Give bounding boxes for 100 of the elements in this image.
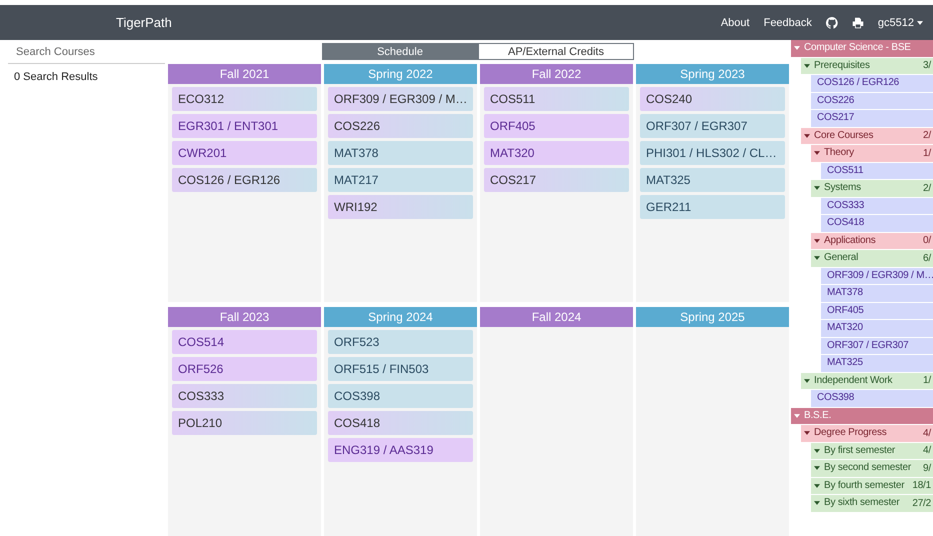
caret-icon[interactable] (814, 466, 820, 470)
requirement-count: 2/ (922, 130, 931, 142)
caret-icon[interactable] (804, 431, 810, 436)
caret-icon[interactable] (814, 186, 820, 190)
requirement-label: Computer Science - BSE (804, 41, 911, 56)
requirement-label: COS226 (817, 94, 854, 108)
requirement-row[interactable]: Degree Progress 4/ (801, 425, 933, 442)
requirement-label: ORF309 / EGR309 / M… (827, 268, 933, 283)
requirement-label: B.S.E. (804, 408, 832, 423)
course-card[interactable]: MAT320 (484, 141, 629, 165)
requirement-row[interactable]: Prerequisites 3/ (801, 58, 933, 74)
requirement-row[interactable]: Applications 0/ (811, 232, 933, 249)
requirement-course[interactable]: MAT325 (821, 355, 933, 372)
course-card[interactable]: COS126 / EGR126 (172, 168, 317, 192)
requirement-count: 18/1 (911, 480, 931, 492)
caret-icon[interactable] (917, 20, 923, 24)
caret-icon[interactable] (804, 134, 810, 138)
requirement-course[interactable]: MAT378 (821, 285, 933, 302)
requirement-label: Degree Progress (814, 426, 887, 440)
requirement-row[interactable]: Independent Work 1/ (801, 372, 933, 389)
print-icon[interactable] (852, 16, 864, 28)
course-card[interactable]: COS226 (328, 114, 473, 138)
caret-icon[interactable] (804, 64, 810, 68)
course-card[interactable]: MAT378 (328, 141, 473, 165)
requirement-course[interactable]: COS217 (811, 110, 933, 126)
requirement-row[interactable]: Systems 2/ (811, 180, 933, 196)
view-tab[interactable]: AP/External Credits (478, 43, 634, 60)
requirement-course[interactable]: COS398 (811, 390, 933, 406)
course-card[interactable]: WRI192 (328, 195, 473, 219)
course-card[interactable]: MAT217 (328, 168, 473, 192)
course-card[interactable]: MAT325 (640, 168, 785, 192)
course-card[interactable]: COS511 (484, 87, 629, 111)
course-card[interactable]: ORF515 / FIN503 (328, 357, 473, 381)
semester-header: Fall 2023 (168, 307, 321, 327)
course-card[interactable]: ORF307 / EGR307 (640, 114, 785, 138)
requirement-row[interactable]: By fourth semester 18/1 (811, 478, 933, 494)
caret-icon[interactable] (814, 484, 820, 488)
requirement-count: 6/ (922, 252, 931, 264)
requirement-label: By first semester (824, 444, 896, 458)
requirement-row[interactable]: By first semester 4/ (811, 442, 933, 459)
requirement-label: Core Courses (814, 128, 874, 143)
requirement-label: General (824, 251, 858, 266)
requirement-course[interactable]: COS511 (821, 162, 933, 179)
caret-icon[interactable] (814, 151, 820, 156)
course-card[interactable]: PHI301 / HLS302 / CL… (640, 141, 785, 165)
brand-logo[interactable]: TigerPath (116, 15, 172, 30)
requirement-label: Prerequisites (814, 58, 870, 73)
course-card[interactable]: COS418 (328, 411, 473, 435)
course-card[interactable]: EGR301 / ENT301 (172, 114, 317, 138)
semester-header: Fall 2022 (480, 64, 633, 84)
course-card[interactable]: POL210 (172, 411, 317, 435)
caret-icon[interactable] (814, 448, 820, 453)
caret-icon[interactable] (804, 378, 810, 383)
course-card[interactable]: ORF405 (484, 114, 629, 138)
course-card[interactable]: ENG319 / AAS319 (328, 438, 473, 462)
course-card[interactable]: GER211 (640, 195, 785, 219)
view-tab[interactable]: Schedule (322, 43, 478, 60)
requirement-course[interactable]: MAT320 (821, 320, 933, 336)
requirement-course[interactable]: ORF307 / EGR307 (821, 338, 933, 354)
requirement-course[interactable]: ORF309 / EGR309 / M… (821, 268, 933, 284)
requirement-course[interactable]: COS226 (811, 92, 933, 109)
course-card[interactable]: COS240 (640, 87, 785, 111)
caret-icon[interactable] (814, 256, 820, 260)
course-card[interactable]: COS217 (484, 168, 629, 192)
caret-icon[interactable] (814, 501, 820, 506)
requirement-count: 4/ (922, 445, 931, 456)
course-card[interactable]: ORF309 / EGR309 / M… (328, 87, 473, 111)
nav-link[interactable]: Feedback (764, 16, 812, 28)
nav-link[interactable]: About (720, 16, 750, 28)
requirement-row[interactable]: General 6/ (811, 250, 933, 266)
requirement-label: Applications (824, 234, 876, 248)
requirement-course[interactable]: COS126 / EGR126 (811, 75, 933, 92)
requirement-course[interactable]: COS333 (821, 198, 933, 214)
requirement-row[interactable]: Theory 1/ (811, 145, 933, 162)
requirement-row[interactable]: Core Courses 2/ (801, 128, 933, 144)
course-card[interactable]: CWR201 (172, 141, 317, 165)
semester-header: Spring 2022 (324, 64, 477, 84)
course-card[interactable]: COS333 (172, 384, 317, 408)
course-card[interactable]: ECO312 (172, 87, 317, 111)
requirement-label: By sixth semester (824, 496, 900, 510)
requirement-count: 1/ (922, 148, 931, 159)
user-menu[interactable]: gc5512 (878, 16, 923, 28)
requirement-count: 4/ (922, 428, 931, 439)
requirement-course[interactable]: ORF405 (821, 302, 933, 319)
requirement-count: 9/ (922, 462, 931, 474)
requirement-count: 1/ (922, 375, 931, 386)
course-card[interactable]: ORF523 (328, 330, 473, 354)
requirement-count: 27/2 (911, 498, 931, 509)
requirement-count: 0/ (922, 235, 931, 246)
requirement-course[interactable]: COS418 (821, 215, 933, 232)
requirement-label: COS398 (817, 391, 854, 406)
requirement-row[interactable]: By second semester 9/ (811, 460, 933, 476)
caret-icon[interactable] (814, 238, 820, 243)
course-card[interactable]: COS514 (172, 330, 317, 354)
requirement-label: Systems (824, 181, 861, 196)
requirement-row[interactable]: By sixth semester 27/2 (811, 495, 933, 512)
semester-header: Spring 2023 (636, 64, 789, 84)
course-card[interactable]: COS398 (328, 384, 473, 408)
github-icon[interactable] (826, 16, 838, 28)
course-card[interactable]: ORF526 (172, 357, 317, 381)
